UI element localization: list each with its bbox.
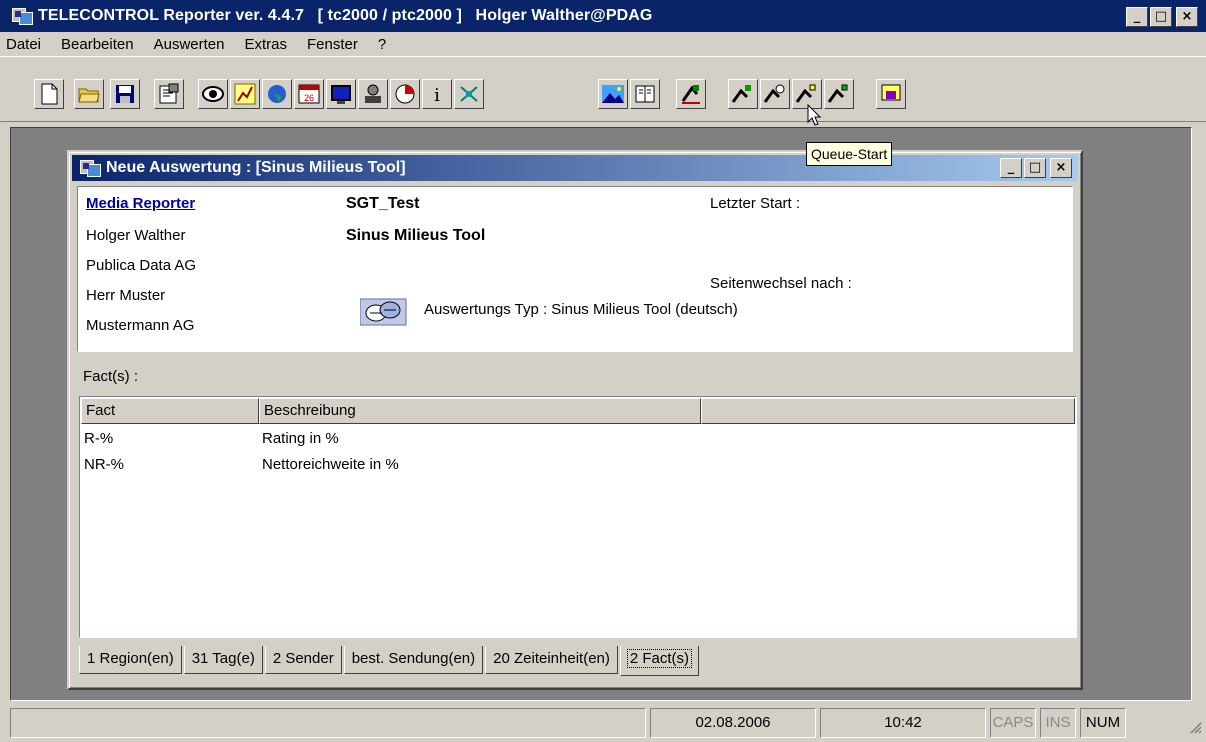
tool-name: Sinus Milieus Tool xyxy=(346,227,486,244)
calendar-icon[interactable]: 26 xyxy=(294,79,324,109)
open-folder-icon[interactable] xyxy=(74,79,104,109)
people-icon[interactable] xyxy=(358,79,388,109)
status-caps: CAPS xyxy=(990,708,1036,738)
minimize-button[interactable]: _ xyxy=(1126,7,1148,27)
menu-help[interactable]: ? xyxy=(366,36,394,53)
status-num: NUM xyxy=(1080,708,1126,738)
report-type-icon xyxy=(359,295,410,327)
contact-name: Herr Muster xyxy=(86,287,166,304)
toolbar: 26 i xyxy=(0,56,1206,122)
queue-start-icon[interactable] xyxy=(760,79,790,109)
queue-add-icon[interactable] xyxy=(728,79,758,109)
app-title-bar: TELECONTROL Reporter ver. 4.4.7 [ tc2000… xyxy=(0,0,1206,32)
table-row[interactable]: R-% Rating in % xyxy=(84,427,339,451)
queue-start-tooltip: Queue-Start xyxy=(806,142,893,166)
client-company: Mustermann AG xyxy=(86,317,195,334)
report-info-panel: Media Reporter Holger Walther Publica Da… xyxy=(77,186,1073,352)
chart-icon[interactable] xyxy=(230,79,260,109)
save-disk-icon[interactable] xyxy=(110,79,140,109)
book-icon[interactable] xyxy=(630,79,660,109)
network-icon[interactable] xyxy=(454,79,484,109)
tab-facts-label: 2 Fact(s) xyxy=(626,649,693,668)
run-report-icon[interactable] xyxy=(676,79,706,109)
queue-settings-icon[interactable] xyxy=(824,79,854,109)
tab-strip: 1 Region(en) 31 Tag(e) 2 Sender best. Se… xyxy=(79,646,701,676)
globe-icon[interactable] xyxy=(262,79,292,109)
column-header-beschreibung[interactable]: Beschreibung xyxy=(259,398,701,424)
report-name: SGT_Test xyxy=(346,195,420,212)
media-reporter-link[interactable]: Media Reporter xyxy=(86,195,195,212)
report-type-label: Auswertungs Typ : Sinus Milieus Tool (de… xyxy=(424,301,738,318)
column-header-empty[interactable] xyxy=(701,398,1075,424)
menu-fenster[interactable]: Fenster xyxy=(295,36,366,53)
child-minimize-button[interactable]: _ xyxy=(1000,158,1022,178)
new-document-icon[interactable] xyxy=(34,79,64,109)
fact-cell: R-% xyxy=(84,430,114,447)
clock-pie-icon[interactable] xyxy=(390,79,420,109)
landscape-icon[interactable] xyxy=(598,79,628,109)
tab-sendungen[interactable]: best. Sendung(en) xyxy=(343,646,484,674)
svg-text:i: i xyxy=(434,85,440,105)
menu-bar: Datei Bearbeiten Auswerten Extras Fenste… xyxy=(0,32,1206,56)
tv-icon[interactable] xyxy=(876,79,906,109)
table-row[interactable]: NR-% Nettoreichweite in % xyxy=(84,453,399,477)
menu-extras[interactable]: Extras xyxy=(232,36,295,53)
status-date: 02.08.2006 xyxy=(650,708,816,738)
child-close-button[interactable]: × xyxy=(1050,158,1072,178)
child-maximize-button[interactable]: □ xyxy=(1024,158,1046,178)
tab-sender[interactable]: 2 Sender xyxy=(264,646,342,674)
user-name: Holger Walther xyxy=(86,227,186,244)
view-eye-icon[interactable] xyxy=(198,79,228,109)
monitor-icon[interactable] xyxy=(326,79,356,109)
properties-icon[interactable] xyxy=(154,79,184,109)
status-time: 10:42 xyxy=(820,708,986,738)
app-title: TELECONTROL Reporter ver. 4.4.7 [ tc2000… xyxy=(38,7,653,24)
resize-grip-icon[interactable] xyxy=(1188,720,1202,738)
last-start-label: Letzter Start : xyxy=(710,195,801,212)
tab-tage[interactable]: 31 Tag(e) xyxy=(183,646,263,674)
report-child-window: Neue Auswertung : [Sinus Milieus Tool] _… xyxy=(67,150,1083,690)
description-cell: Nettoreichweite in % xyxy=(262,456,399,473)
facts-label: Fact(s) : xyxy=(83,368,138,385)
fact-cell: NR-% xyxy=(84,456,124,473)
status-message-pane xyxy=(10,708,646,738)
facts-table[interactable]: Fact Beschreibung R-% Rating in % NR-% N… xyxy=(79,396,1077,638)
info-icon[interactable]: i xyxy=(422,79,452,109)
menu-auswerten[interactable]: Auswerten xyxy=(142,36,233,53)
mouse-cursor-icon xyxy=(807,103,822,130)
menu-bearbeiten[interactable]: Bearbeiten xyxy=(49,36,142,53)
tab-regionen[interactable]: 1 Region(en) xyxy=(79,646,182,674)
child-app-icon[interactable] xyxy=(80,158,102,178)
table-header: Fact Beschreibung xyxy=(81,398,1075,424)
status-ins: INS xyxy=(1040,708,1076,738)
maximize-button[interactable]: □ xyxy=(1150,7,1172,27)
menu-datei[interactable]: Datei xyxy=(0,36,49,53)
company-name: Publica Data AG xyxy=(86,257,197,274)
child-title-bar: Neue Auswertung : [Sinus Milieus Tool] _… xyxy=(72,155,1078,181)
tab-facts[interactable]: 2 Fact(s) xyxy=(619,646,700,676)
child-title: Neue Auswertung : [Sinus Milieus Tool] xyxy=(106,159,406,176)
description-cell: Rating in % xyxy=(262,430,339,447)
tab-zeiteinheiten[interactable]: 20 Zeiteinheit(en) xyxy=(485,646,618,674)
status-bar: 02.08.2006 10:42 CAPS INS NUM xyxy=(0,702,1206,742)
page-break-label: Seitenwechsel nach : xyxy=(710,275,852,292)
close-button[interactable]: × xyxy=(1176,7,1198,27)
svg-text:26: 26 xyxy=(304,93,314,103)
column-header-fact[interactable]: Fact xyxy=(81,398,259,424)
app-icon[interactable] xyxy=(12,6,34,26)
